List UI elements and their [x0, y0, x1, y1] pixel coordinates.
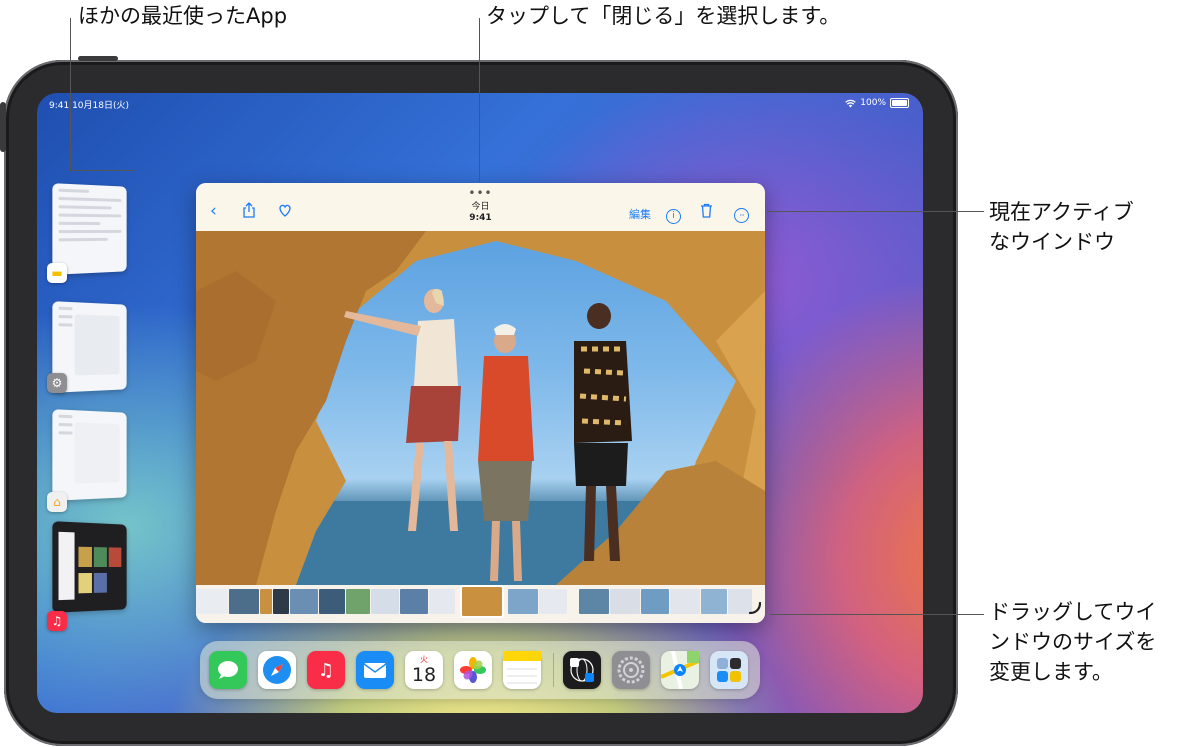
- trash-icon[interactable]: [700, 203, 713, 218]
- notes-icon[interactable]: [503, 651, 541, 689]
- dock-separator: [553, 653, 554, 687]
- photo-view[interactable]: [196, 231, 765, 585]
- chevron-left-icon[interactable]: ‹: [210, 203, 217, 220]
- edit-button[interactable]: 編集: [629, 206, 651, 222]
- settings-icon[interactable]: [612, 651, 650, 689]
- app-library-icon[interactable]: [710, 651, 748, 689]
- photos-icon[interactable]: [454, 651, 492, 689]
- callout-line-drag-resize: [770, 614, 984, 615]
- calendar-icon[interactable]: 火 18: [405, 651, 443, 689]
- dock: ♫ 火 18: [200, 641, 760, 699]
- window-toolbar: ••• ‹ 今日 9:41 編集 i ···: [196, 183, 765, 231]
- calendar-date: 18: [411, 664, 437, 686]
- ipad-screen: 9:41 10月18日(火) 100% ▬ ⚙ ⌂ ♫ ••• ‹ 今日 9:4…: [37, 93, 923, 713]
- maps-icon[interactable]: [661, 651, 699, 689]
- callout-bracket-tick: [135, 170, 136, 177]
- window-title: 今日: [471, 202, 490, 212]
- battery-percent: 100%: [860, 98, 886, 108]
- mail-icon[interactable]: [356, 651, 394, 689]
- status-time-date: 9:41 10月18日(火): [49, 101, 129, 111]
- photo-filmstrip[interactable]: [196, 585, 765, 623]
- window-menu-dots[interactable]: •••: [468, 186, 492, 200]
- callout-other-apps: ほかの最近使ったApp: [78, 4, 288, 28]
- callout-bracket-other-apps: [70, 170, 136, 171]
- messages-icon[interactable]: [209, 651, 247, 689]
- info-icon[interactable]: i: [666, 205, 681, 224]
- status-right-group: 100%: [845, 98, 909, 108]
- translate-icon[interactable]: [563, 651, 601, 689]
- callout-line-active-window: [767, 211, 984, 212]
- photo-image: [196, 231, 765, 585]
- window-time: 9:41: [469, 213, 492, 223]
- music-app-icon[interactable]: ♫: [47, 611, 67, 631]
- callout-drag-resize: ドラッグしてウイ ンドウのサイズを 変更します。: [989, 600, 1157, 684]
- home-app-icon[interactable]: ⌂: [47, 492, 67, 512]
- status-bar: 9:41 10月18日(火) 100%: [37, 93, 923, 113]
- share-icon[interactable]: [242, 202, 256, 218]
- window-title-group: 今日 9:41: [469, 202, 491, 224]
- notes-app-icon[interactable]: ▬: [47, 263, 67, 283]
- recent-app-notes[interactable]: [52, 183, 127, 275]
- settings-app-icon[interactable]: ⚙: [47, 373, 67, 393]
- callout-tap-close: タップして「閉じる」を選択します。: [486, 4, 841, 28]
- wifi-icon: [845, 99, 857, 107]
- music-icon[interactable]: ♫: [307, 651, 345, 689]
- volume-button: [0, 102, 6, 152]
- callout-active-window: 現在アクティブ なウインドウ: [989, 200, 1134, 254]
- active-window[interactable]: ••• ‹ 今日 9:41 編集 i ···: [196, 183, 765, 623]
- top-button: [78, 56, 118, 61]
- callout-line-tap-close: [479, 18, 480, 182]
- heart-icon[interactable]: [278, 204, 292, 217]
- callout-line-other-apps: [70, 18, 71, 170]
- recent-app-home[interactable]: [52, 409, 127, 501]
- resize-handle-icon[interactable]: [749, 602, 761, 614]
- battery-icon: [890, 98, 909, 108]
- recent-app-music[interactable]: [52, 521, 127, 613]
- safari-icon[interactable]: [258, 651, 296, 689]
- more-icon[interactable]: ···: [734, 205, 749, 223]
